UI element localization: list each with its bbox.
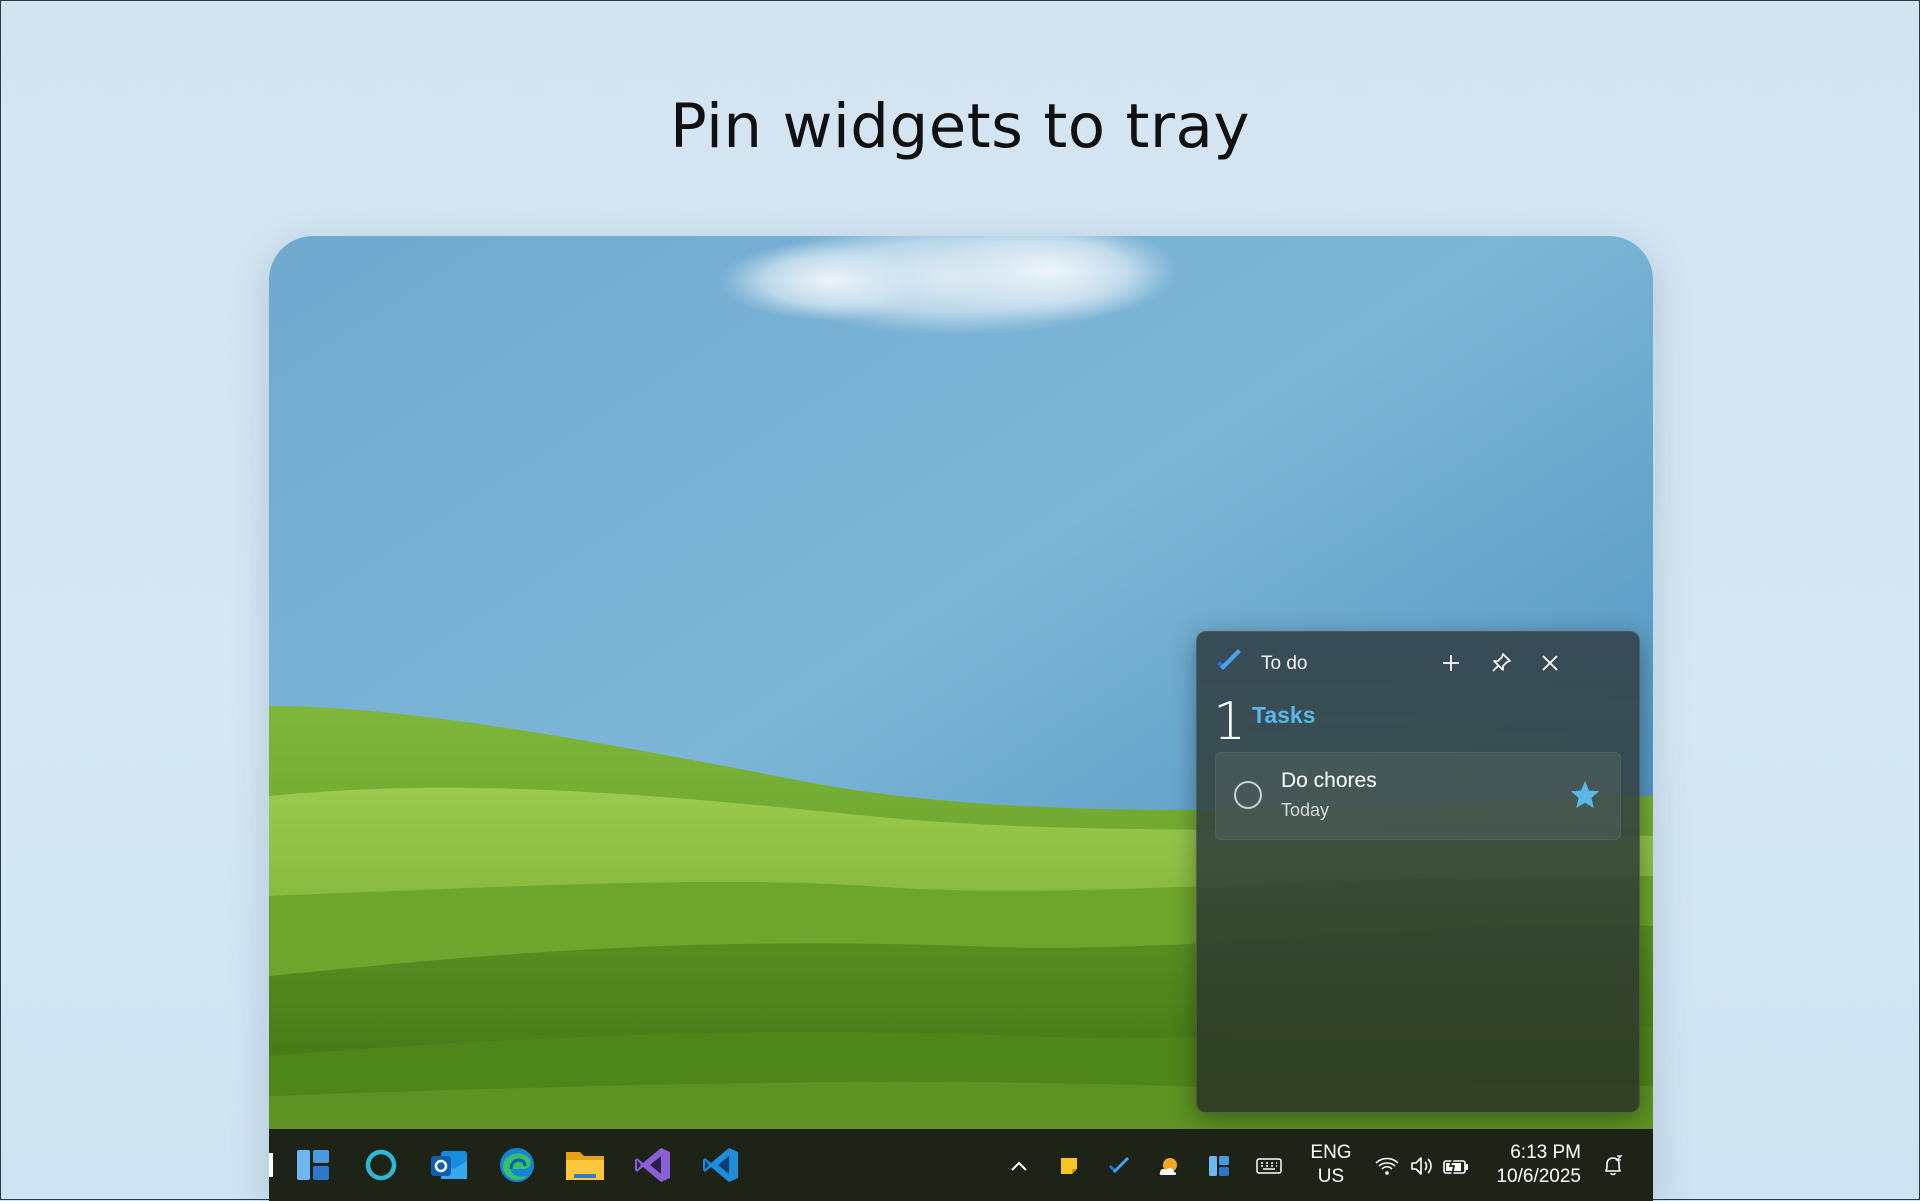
widgets-board-app-icon[interactable] — [291, 1143, 335, 1187]
edge-app-icon[interactable] — [495, 1143, 539, 1187]
outlook-app-icon[interactable] — [427, 1143, 471, 1187]
widget-header: To do — [1197, 632, 1639, 692]
taskbar-edge-indicator — [269, 1153, 273, 1177]
todo-logo-icon — [1217, 649, 1241, 670]
chevron-up-icon[interactable] — [1004, 1151, 1034, 1181]
todo-icon[interactable] — [1104, 1151, 1134, 1181]
system-clock[interactable]: 6:13 PM 10/6/2025 — [1491, 1141, 1581, 1189]
widgets-icon[interactable] — [1204, 1151, 1234, 1181]
star-icon[interactable] — [1568, 779, 1602, 811]
widget-title: To do — [1261, 653, 1308, 674]
task-due-date: Today — [1281, 800, 1330, 820]
file-explorer-app-icon[interactable] — [563, 1143, 607, 1187]
task-title: Do chores — [1281, 769, 1377, 792]
cortana-app-icon[interactable] — [359, 1143, 403, 1187]
battery-icon[interactable] — [1441, 1151, 1471, 1181]
task-count: 1 — [1213, 692, 1247, 752]
desktop-screen: To do 1 Tasks Do chores Today ENG US 6:1… — [269, 236, 1653, 1201]
page-headline: Pin widgets to tray — [670, 91, 1250, 162]
pin-icon — [1492, 653, 1511, 672]
keyboard-icon[interactable] — [1254, 1151, 1284, 1181]
task-complete-checkbox[interactable] — [1234, 781, 1262, 809]
clock-time: 6:13 PM — [1510, 1142, 1581, 1163]
wifi-icon[interactable] — [1372, 1151, 1402, 1181]
close-button[interactable] — [1533, 646, 1567, 680]
region-code: US — [1317, 1166, 1345, 1187]
sticky-notes-icon[interactable] — [1054, 1151, 1084, 1181]
todo-widget: To do 1 Tasks Do chores Today — [1196, 631, 1640, 1113]
pin-button[interactable] — [1484, 646, 1518, 680]
list-title[interactable]: Tasks — [1252, 702, 1316, 729]
plus-icon — [1443, 655, 1459, 671]
taskbar: ENG US 6:13 PM 10/6/2025 — [269, 1129, 1653, 1201]
notifications-icon[interactable] — [1598, 1151, 1628, 1181]
clock-date: 10/6/2025 — [1496, 1166, 1581, 1187]
input-language[interactable]: ENG US — [1303, 1141, 1359, 1189]
close-icon — [1542, 655, 1558, 671]
language-code: ENG — [1310, 1142, 1352, 1163]
task-item[interactable]: Do chores Today — [1215, 752, 1621, 840]
vscode-app-icon[interactable] — [699, 1143, 743, 1187]
add-task-button[interactable] — [1434, 646, 1468, 680]
volume-icon[interactable] — [1407, 1151, 1437, 1181]
weather-icon[interactable] — [1154, 1151, 1184, 1181]
visual-studio-app-icon[interactable] — [631, 1143, 675, 1187]
